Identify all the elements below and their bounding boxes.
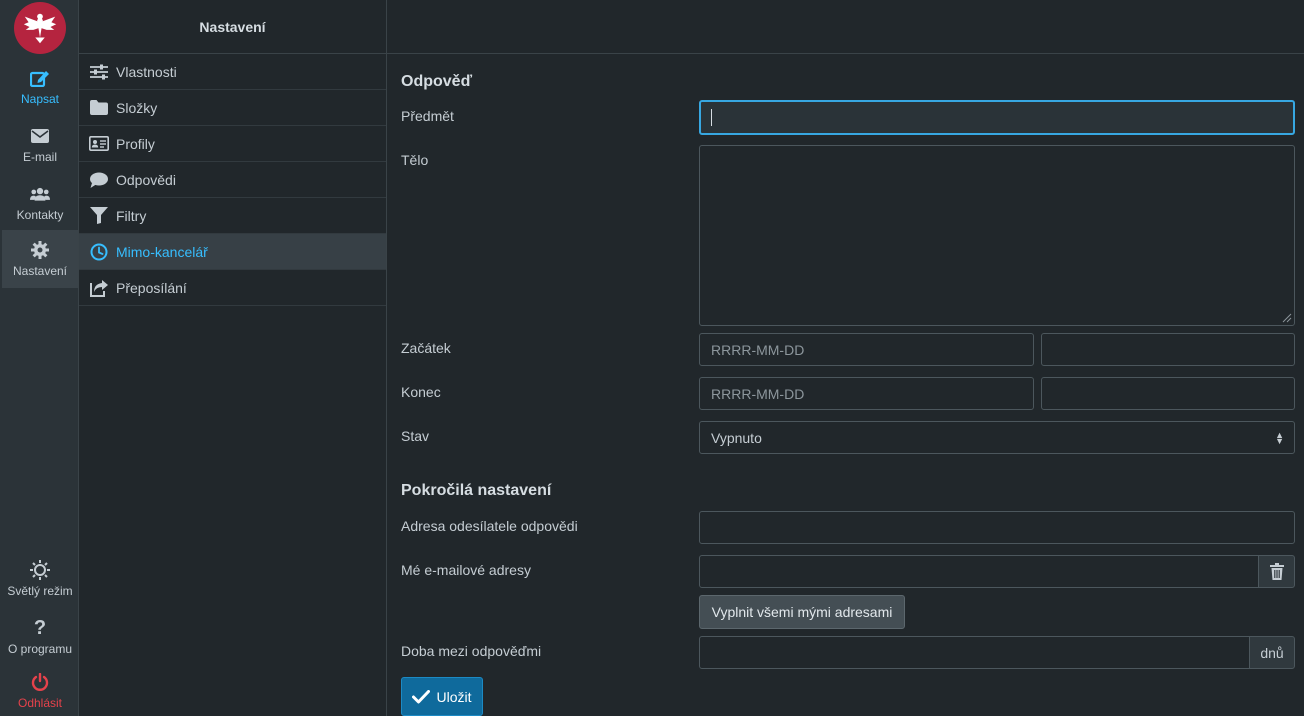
start-date-placeholder: RRRR-MM-DD <box>711 341 805 358</box>
question-icon: ? <box>33 616 47 639</box>
save-button[interactable]: Uložit <box>401 677 483 716</box>
my-addresses-label: Mé e-mailové adresy <box>401 562 531 578</box>
filter-icon <box>89 206 109 226</box>
body-textarea[interactable] <box>699 145 1295 326</box>
clock-icon <box>89 242 109 262</box>
subject-input[interactable] <box>699 100 1295 135</box>
gear-icon <box>30 240 50 260</box>
eagle-logo-icon <box>23 13 57 44</box>
rail-light-mode-label: Světlý režim <box>7 584 73 598</box>
rail-about[interactable]: ? O programu <box>2 608 78 666</box>
body-label: Tělo <box>401 152 429 168</box>
settings-item-folders[interactable]: Složky <box>79 90 386 126</box>
delete-address-button[interactable] <box>1258 555 1295 588</box>
select-updown-icon: ▲ ▼ <box>1275 429 1284 446</box>
share-icon <box>89 278 109 298</box>
status-select-value: Vypnuto <box>711 429 762 446</box>
app-window: Napsat E-mail Kontakty Nastavení Světlý <box>0 0 1304 716</box>
settings-panel: Nastavení Vlastnosti Složky Profily Odpo… <box>79 0 387 716</box>
section-title-advanced: Pokročilá nastavení <box>401 482 552 499</box>
end-date-input[interactable]: RRRR-MM-DD <box>699 377 1034 410</box>
envelope-icon <box>30 126 50 146</box>
interval-label: Doba mezi odpověďmi <box>401 643 542 659</box>
start-time-input[interactable] <box>1041 333 1295 366</box>
settings-item-filters[interactable]: Filtry <box>79 198 386 234</box>
rail-contacts-label: Kontakty <box>16 208 64 222</box>
main-header <box>387 0 1304 54</box>
sun-icon <box>30 560 50 580</box>
rail-email-label: E-mail <box>22 150 57 164</box>
compose-icon <box>30 68 50 88</box>
sender-address-input[interactable] <box>699 511 1295 544</box>
rail-settings[interactable]: Nastavení <box>2 230 78 288</box>
settings-item-out-of-office[interactable]: Mimo-kancelář <box>79 234 386 270</box>
rail-email[interactable]: E-mail <box>2 116 78 174</box>
rail-compose-label: Napsat <box>20 92 60 106</box>
start-label: Začátek <box>401 340 451 356</box>
rail-logout[interactable]: Odhlásit <box>2 666 78 716</box>
status-label: Stav <box>401 428 430 444</box>
folder-icon <box>89 98 109 118</box>
status-select[interactable]: Vypnuto ▲ ▼ <box>699 421 1295 454</box>
subject-label: Předmět <box>401 108 454 124</box>
fill-all-addresses-button[interactable]: Vyplnit všemi mými adresami <box>699 595 905 629</box>
text-caret <box>711 109 712 126</box>
rail-compose[interactable]: Napsat <box>2 58 78 116</box>
sliders-icon <box>89 62 109 82</box>
logo <box>14 2 66 54</box>
power-icon <box>30 672 50 692</box>
interval-unit: dnů <box>1249 636 1295 669</box>
settings-title: Nastavení <box>79 0 386 54</box>
rail-about-label: O programu <box>7 642 73 656</box>
start-date-input[interactable]: RRRR-MM-DD <box>699 333 1034 366</box>
settings-item-responses[interactable]: Odpovědi <box>79 162 386 198</box>
contacts-icon <box>30 184 50 204</box>
rail-logout-label: Odhlásit <box>17 696 63 710</box>
interval-input[interactable] <box>699 636 1250 669</box>
speech-bubble-icon <box>89 170 109 190</box>
end-label: Konec <box>401 384 441 400</box>
end-date-placeholder: RRRR-MM-DD <box>711 385 805 402</box>
sender-address-label: Adresa odesílatele odpovědi <box>401 518 578 534</box>
settings-item-label: Vlastnosti <box>116 63 177 80</box>
settings-item-properties[interactable]: Vlastnosti <box>79 54 386 90</box>
check-icon <box>412 689 431 703</box>
out-of-office-form: Odpověď Předmět Tělo Začátek RRRR-MM-DD … <box>387 0 1304 716</box>
trash-icon <box>1269 563 1284 580</box>
section-title-response: Odpověď <box>401 73 473 90</box>
settings-item-label: Přeposílání <box>116 279 187 296</box>
settings-item-profiles[interactable]: Profily <box>79 126 386 162</box>
settings-item-label: Složky <box>116 99 158 116</box>
end-time-input[interactable] <box>1041 377 1295 410</box>
settings-item-label: Odpovědi <box>116 171 176 188</box>
id-card-icon <box>89 134 109 154</box>
settings-item-label: Filtry <box>116 207 147 224</box>
rail-settings-label: Nastavení <box>12 264 68 278</box>
settings-item-forwarding[interactable]: Přeposílání <box>79 270 386 306</box>
rail-light-mode[interactable]: Světlý režim <box>2 550 78 608</box>
settings-item-label: Mimo-kancelář <box>116 243 208 260</box>
settings-item-label: Profily <box>116 135 155 152</box>
resize-handle-icon[interactable] <box>1282 313 1292 323</box>
my-addresses-input[interactable] <box>699 555 1259 588</box>
main-rail: Napsat E-mail Kontakty Nastavení Světlý <box>0 0 79 716</box>
save-button-label: Uložit <box>436 688 472 705</box>
rail-contacts[interactable]: Kontakty <box>2 174 78 232</box>
